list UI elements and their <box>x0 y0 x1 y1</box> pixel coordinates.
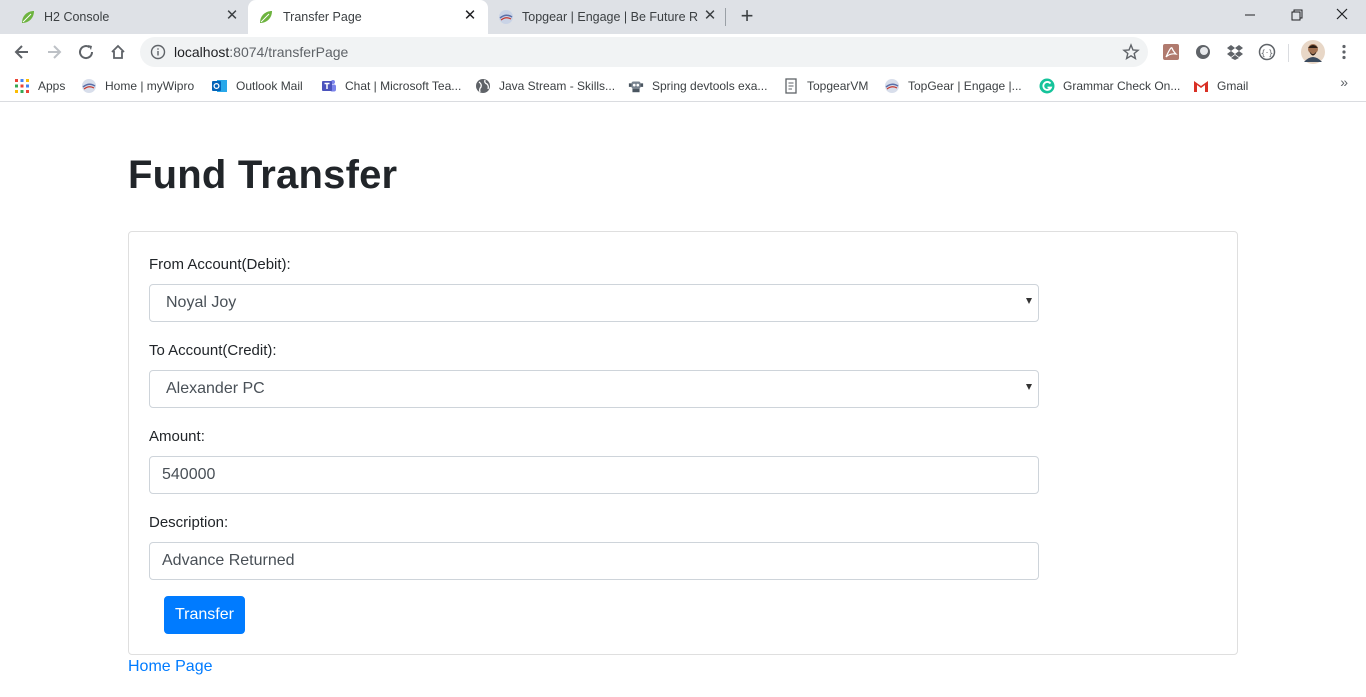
avatar[interactable] <box>1301 40 1325 64</box>
transfer-form-card: From Account(Debit): Noyal Joy To Accoun… <box>128 231 1238 655</box>
menu-kebab-icon[interactable] <box>1334 42 1354 62</box>
new-tab-icon[interactable]: + <box>737 5 757 27</box>
svg-text:{·}: {·} <box>1261 49 1274 58</box>
gmail-icon <box>1193 78 1209 94</box>
amount-input[interactable]: 540000 <box>149 456 1039 494</box>
globe-icon <box>475 78 491 94</box>
tab-separator <box>725 8 726 26</box>
home-icon[interactable] <box>106 40 130 64</box>
bookmark-label: TopGear | Engage |... <box>908 79 1022 93</box>
bookmarks-bar: Apps Home | myWipro Outlook Mail Chat | … <box>0 70 1366 102</box>
topgear-icon <box>499 10 513 24</box>
page-content: Fund Transfer From Account(Debit): Noyal… <box>0 103 1366 697</box>
tab-title: H2 Console <box>44 10 110 24</box>
amount-label: Amount: <box>149 428 205 445</box>
minimize-icon[interactable] <box>1238 4 1262 26</box>
to-account-value: Alexander PC <box>166 380 265 397</box>
caret-down-icon <box>1026 298 1032 304</box>
url-text: localhost:8074/transferPage <box>174 44 348 60</box>
home-page-link[interactable]: Home Page <box>128 658 213 676</box>
apps-grid-icon <box>14 78 30 94</box>
from-account-select[interactable]: Noyal Joy <box>149 284 1039 322</box>
bookmark-label: Grammar Check On... <box>1063 79 1181 93</box>
toolbar-divider <box>1288 44 1289 62</box>
outlook-icon <box>212 78 228 94</box>
grammarly-icon <box>1039 78 1055 94</box>
bookmark-grammar-check[interactable]: Grammar Check On... <box>1039 76 1180 96</box>
close-window-icon[interactable] <box>1330 4 1354 26</box>
bookmark-home-mywipro[interactable]: Home | myWipro <box>81 76 194 96</box>
extension-brackets-icon[interactable]: {·} <box>1257 42 1277 62</box>
spring-leaf-icon <box>260 11 272 23</box>
page-title: Fund Transfer <box>128 153 398 197</box>
close-icon[interactable]: ✕ <box>462 8 478 24</box>
bookmark-label: TopgearVM <box>807 79 869 93</box>
bookmark-label: Home | myWipro <box>105 79 195 93</box>
acrobat-icon[interactable] <box>1161 42 1181 62</box>
info-icon[interactable] <box>150 44 166 60</box>
dropbox-icon[interactable] <box>1225 42 1245 62</box>
tab-strip: H2 Console ✕ Transfer Page ✕ Topgear | E… <box>0 0 1366 34</box>
bookmark-label: Spring devtools exa... <box>652 79 768 93</box>
bookmark-outlook-mail[interactable]: Outlook Mail <box>212 76 303 96</box>
address-bar[interactable]: localhost:8074/transferPage <box>140 37 1148 67</box>
transfer-button[interactable]: Transfer <box>164 596 245 634</box>
from-account-value: Noyal Joy <box>166 294 237 311</box>
bookmark-label: Java Stream - Skills... <box>499 79 616 93</box>
caret-down-icon <box>1026 384 1032 390</box>
from-account-label: From Account(Debit): <box>149 256 291 273</box>
tab-title: Transfer Page <box>283 10 362 24</box>
tab-title: Topgear | Engage | Be Future Rea <box>522 10 698 24</box>
browser-toolbar: localhost:8074/transferPage {·} <box>0 34 1366 70</box>
robot-icon <box>628 78 644 94</box>
forward-icon[interactable] <box>42 40 66 64</box>
page-icon <box>783 78 799 94</box>
bookmark-label: Outlook Mail <box>236 79 303 93</box>
close-icon[interactable]: ✕ <box>702 8 718 24</box>
to-account-label: To Account(Credit): <box>149 342 277 359</box>
chevron-right-icon[interactable]: » <box>1340 74 1348 90</box>
bookmark-label: Chat | Microsoft Tea... <box>345 79 462 93</box>
bookmark-java-stream[interactable]: Java Stream - Skills... <box>475 76 615 96</box>
tab-transfer-page[interactable]: Transfer Page ✕ <box>248 0 488 34</box>
bookmark-microsoft-teams[interactable]: Chat | Microsoft Tea... <box>321 76 461 96</box>
back-icon[interactable] <box>10 40 34 64</box>
url-host: localhost <box>174 44 230 60</box>
amount-value: 540000 <box>162 466 216 483</box>
bookmark-spring-devtools[interactable]: Spring devtools exa... <box>628 76 767 96</box>
wipro-icon <box>81 78 97 94</box>
bookmark-topgear-engage[interactable]: TopGear | Engage |... <box>884 76 1022 96</box>
url-path: :8074/transferPage <box>229 44 349 60</box>
reload-icon[interactable] <box>74 40 98 64</box>
bookmark-label: Apps <box>38 79 66 93</box>
description-input[interactable]: Advance Returned <box>149 542 1039 580</box>
tab-h2-console[interactable]: H2 Console ✕ <box>0 0 248 34</box>
restore-icon[interactable] <box>1284 4 1308 26</box>
bookmark-topgearvm[interactable]: TopgearVM <box>783 76 868 96</box>
extension-circle-icon[interactable] <box>1193 42 1213 62</box>
close-icon[interactable]: ✕ <box>224 8 240 24</box>
spring-leaf-icon <box>22 11 34 23</box>
to-account-select[interactable]: Alexander PC <box>149 370 1039 408</box>
bookmark-apps[interactable]: Apps <box>14 76 65 96</box>
bookmark-label: Gmail <box>1217 79 1249 93</box>
description-value: Advance Returned <box>162 552 295 569</box>
teams-icon <box>321 78 337 94</box>
bookmark-gmail[interactable]: Gmail <box>1193 76 1248 96</box>
bookmark-star-icon[interactable] <box>1122 43 1140 61</box>
wipro-icon <box>884 78 900 94</box>
tab-topgear[interactable]: Topgear | Engage | Be Future Rea ✕ <box>488 0 728 34</box>
description-label: Description: <box>149 514 229 531</box>
